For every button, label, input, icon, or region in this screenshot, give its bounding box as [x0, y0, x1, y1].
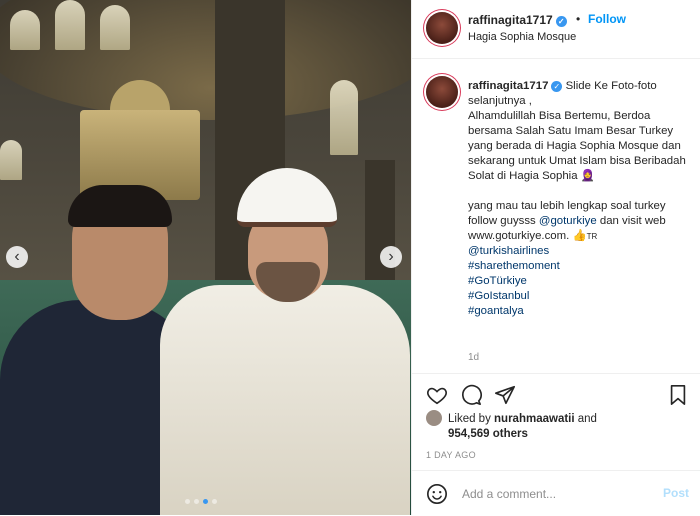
post-comment-button[interactable]: Post	[663, 486, 689, 500]
caption-para2-emoji: 👍	[572, 230, 587, 242]
carousel-dot	[185, 499, 190, 504]
comment-bar: Post	[412, 470, 700, 516]
comment-bubble-icon[interactable]	[460, 384, 482, 406]
photo-window	[0, 140, 22, 180]
carousel-dot	[212, 499, 217, 504]
mention-goturkiye[interactable]: @goturkiye	[539, 215, 597, 227]
emoji-smiley-icon[interactable]	[426, 483, 448, 505]
save-bookmark-icon[interactable]	[667, 384, 689, 406]
post-side-panel: raffinagita1717 ✓ • Follow Hagia Sophia M…	[411, 0, 700, 515]
hashtag-link[interactable]: #GoTürkiye	[468, 275, 527, 287]
author-username-text[interactable]: raffinagita1717	[468, 13, 553, 27]
carousel-dots	[185, 499, 217, 504]
carousel-next-button[interactable]: ›	[380, 246, 402, 268]
post-caption: raffinagita1717 ✓ Slide Ke Foto-foto sela…	[468, 79, 693, 319]
verified-badge-icon: ✓	[555, 16, 567, 27]
liked-by-user[interactable]: nurahmaawatii	[494, 413, 575, 425]
liker-avatar[interactable]	[426, 410, 442, 426]
post-photo[interactable]: ‹ ›	[0, 0, 411, 515]
header-separator: •	[576, 12, 581, 26]
hashtag-link[interactable]: #goantalya	[468, 305, 524, 317]
caption-line2: Alhamdulillah Bisa Bertemu, Berdoa bersa…	[468, 110, 686, 182]
caption-time-ago: 1d	[468, 352, 480, 363]
liked-by-prefix: Liked by	[448, 413, 495, 425]
follow-button[interactable]: Follow	[588, 12, 626, 26]
verified-badge-icon: ✓	[551, 81, 563, 92]
comment-input[interactable]	[460, 483, 644, 505]
mention-turkishairlines[interactable]: @turkishairlines	[468, 245, 549, 257]
hashtag-link[interactable]: #GoIstanbul	[468, 290, 529, 302]
photo-window	[330, 80, 358, 155]
photo-window	[100, 5, 130, 50]
post-location[interactable]: Hagia Sophia Mosque	[468, 31, 576, 43]
hashtag-link[interactable]: #sharethemoment	[468, 260, 560, 272]
action-bar	[412, 373, 700, 414]
caption-tr-flag: TR	[586, 232, 598, 241]
liked-by-suffix: and	[574, 413, 597, 425]
post-header: raffinagita1717 ✓ • Follow Hagia Sophia M…	[412, 0, 700, 59]
likes-count[interactable]: 954,569 others	[448, 428, 528, 440]
photo-window	[55, 0, 85, 50]
photo-imam	[160, 285, 410, 515]
carousel-dot	[194, 499, 199, 504]
photo-window	[10, 10, 40, 50]
author-username[interactable]: raffinagita1717 ✓	[468, 13, 567, 27]
like-heart-icon[interactable]	[426, 384, 448, 406]
carousel-dot-active	[203, 499, 208, 504]
caption-line2-emoji: 🧕	[580, 170, 595, 182]
caption-username[interactable]: raffinagita1717	[468, 80, 548, 92]
caption-author-avatar[interactable]	[426, 76, 458, 108]
likes-others[interactable]: 954,569 others	[448, 428, 528, 440]
liked-by-row: Liked by nurahmaawatii and	[426, 410, 597, 426]
photo-pillar	[365, 160, 395, 300]
posted-timestamp: 1 DAY AGO	[426, 450, 476, 460]
photo-person-left-hair	[68, 185, 172, 227]
share-paper-plane-icon[interactable]	[494, 384, 516, 406]
author-avatar[interactable]	[426, 12, 458, 44]
carousel-prev-button[interactable]: ‹	[6, 246, 28, 268]
